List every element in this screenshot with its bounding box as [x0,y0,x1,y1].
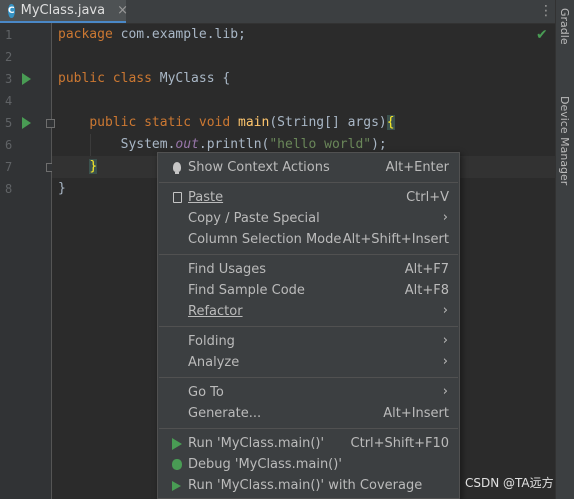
menu-item-shortcut: Ctrl+Shift+F10 [350,436,449,451]
line-number: 2 [5,50,13,64]
device-manager-tool-button[interactable]: Device Manager [558,96,571,185]
tab-myclass-java[interactable]: C MyClass.java × [0,0,128,23]
menu-item-find-usages[interactable]: Find Usages Alt+F7 [158,260,459,281]
submenu-arrow-icon: › [442,210,448,225]
menu-separator [159,326,458,327]
menu-item-copy-paste-special[interactable]: Copy / Paste Special › [158,209,459,230]
menu-item-paste[interactable]: Paste Ctrl+V [158,188,459,209]
line-number: 4 [5,94,13,108]
code-line-7: } [89,159,98,174]
menu-item-shortcut: Alt+F7 [404,262,449,277]
editor-tab-bar: C MyClass.java × ⋮ [0,0,555,24]
line-number: 5 [5,116,13,130]
menu-item-shortcut: Ctrl+V [406,190,449,205]
menu-item-label: Column Selection Mode [188,232,342,247]
menu-item-shortcut: Alt+Insert [383,406,449,421]
menu-item-label: Generate... [188,406,262,421]
menu-separator [159,377,458,378]
right-tool-strip: Gradle Device Manager [555,0,574,499]
menu-item-label: Folding [188,334,235,349]
java-class-icon: C [8,3,15,18]
editor-context-menu: Show Context Actions Alt+Enter Paste Ctr… [157,152,460,499]
submenu-arrow-icon: › [442,333,448,348]
debug-icon [170,458,184,472]
menu-item-label: Analyze [188,355,240,370]
menu-item-refactor[interactable]: Refactor › [158,302,459,323]
menu-item-column-selection-mode[interactable]: Column Selection Mode Alt+Shift+Insert [158,230,459,251]
menu-separator [159,182,458,183]
gradle-tool-button[interactable]: Gradle [558,8,571,45]
menu-separator [159,428,458,429]
menu-item-label: Run 'MyClass.main()' [188,436,325,451]
more-icon[interactable]: ⋮ [539,2,553,20]
menu-item-label: Find Usages [188,262,267,277]
menu-item-generate[interactable]: Generate... Alt+Insert [158,404,459,425]
paste-icon [170,191,184,205]
menu-item-label: Refactor [188,304,243,319]
menu-item-find-sample-code[interactable]: Find Sample Code Alt+F8 [158,281,459,302]
menu-item-analyze[interactable]: Analyze › [158,353,459,374]
run-icon [170,437,184,451]
line-number: 7 [5,160,13,174]
submenu-arrow-icon: › [442,303,448,318]
code-line-8: } [58,181,66,196]
close-icon[interactable]: × [117,3,128,18]
menu-item-go-to[interactable]: Go To › [158,383,459,404]
menu-item-folding[interactable]: Folding › [158,332,459,353]
tab-label: MyClass.java [20,3,106,18]
menu-item-run-main[interactable]: Run 'MyClass.main()' Ctrl+Shift+F10 [158,434,459,455]
inspection-ok-icon[interactable]: ✔ [536,27,548,43]
code-line-1: package com.example.lib; [58,27,246,42]
submenu-arrow-icon: › [442,384,448,399]
menu-separator [159,254,458,255]
line-number: 3 [5,72,13,86]
run-main-gutter-icon[interactable] [22,117,31,129]
menu-item-label: Run 'MyClass.main()' with Coverage [188,478,423,493]
run-class-gutter-icon[interactable] [22,73,31,85]
coverage-icon [170,479,184,493]
menu-item-label: Debug 'MyClass.main()' [188,457,342,472]
menu-item-shortcut: Alt+F8 [404,283,449,298]
menu-item-run-with-coverage[interactable]: Run 'MyClass.main()' with Coverage [158,476,459,497]
bulb-icon [170,161,184,175]
watermark: CSDN @TA远方 [465,476,554,490]
menu-item-shortcut: Alt+Shift+Insert [342,232,449,247]
menu-item-show-context-actions[interactable]: Show Context Actions Alt+Enter [158,158,459,179]
line-number: 1 [5,28,13,42]
submenu-arrow-icon: › [442,354,448,369]
menu-item-label: Find Sample Code [188,283,305,298]
code-line-6: System.out.println("hello world"); [120,137,387,152]
menu-item-debug-main[interactable]: Debug 'MyClass.main()' [158,455,459,476]
line-number: 6 [5,138,13,152]
menu-item-label: Copy / Paste Special [188,211,320,226]
menu-item-label: Paste [188,190,224,205]
menu-item-shortcut: Alt+Enter [385,160,449,175]
menu-item-label: Go To [188,385,224,400]
line-number: 8 [5,182,13,196]
code-line-5: public static void main(String[] args){ [89,115,395,130]
code-line-3: public class MyClass { [58,71,231,86]
menu-item-label: Show Context Actions [188,160,330,175]
